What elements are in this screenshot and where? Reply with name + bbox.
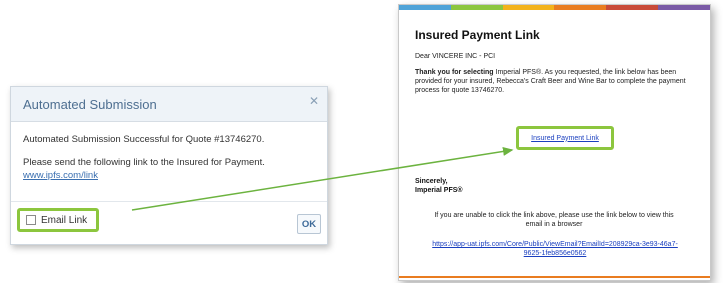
connector-arrow [131, 146, 514, 211]
arrow-line [131, 146, 514, 211]
